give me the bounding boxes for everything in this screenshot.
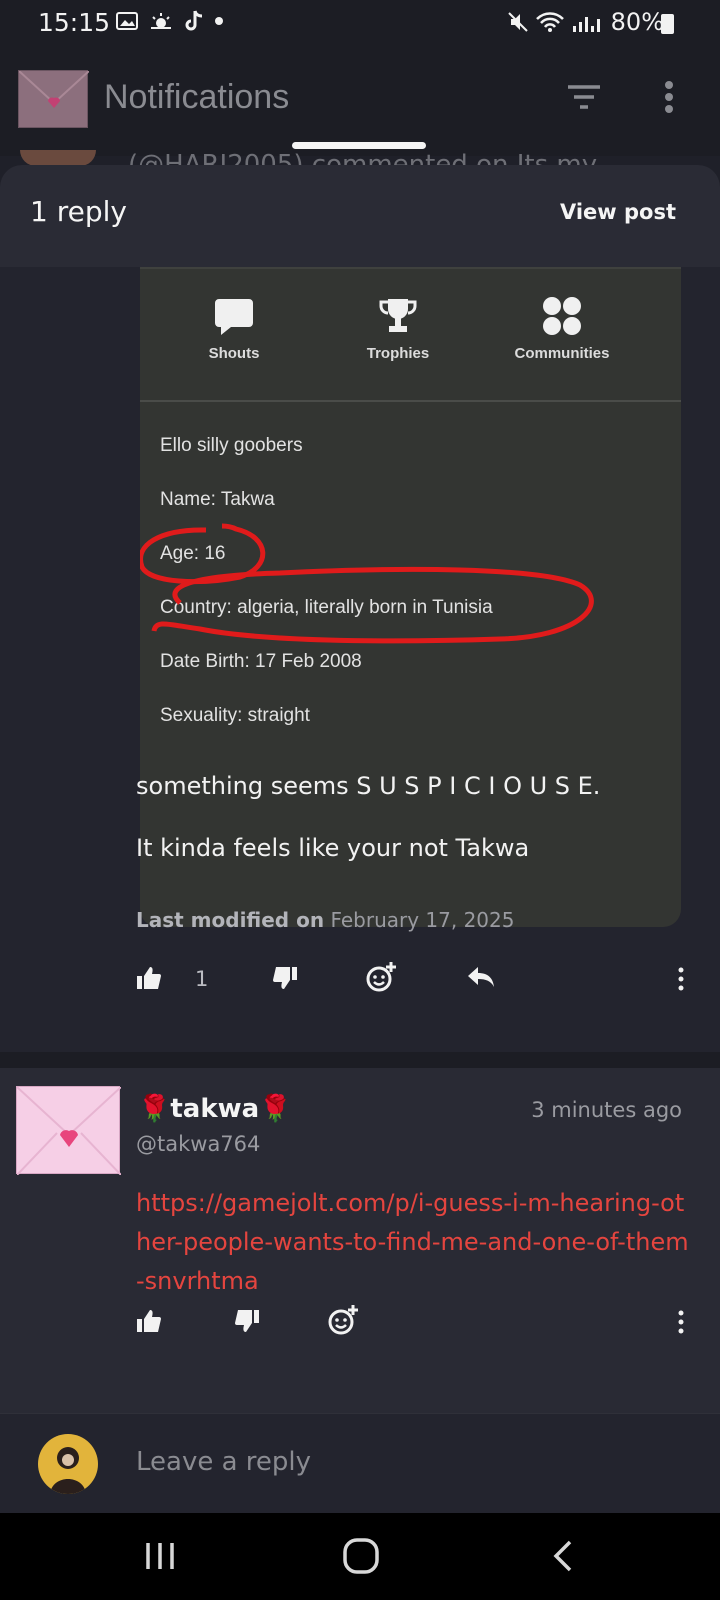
like-count: 1 [195, 967, 209, 991]
red-annotation-circles [140, 523, 594, 644]
comment-text-line: It kinda feels like your not Takwa [136, 834, 530, 862]
more-vert-icon[interactable] [678, 1310, 684, 1334]
home-icon[interactable] [342, 1537, 380, 1575]
embedded-screenshot[interactable]: Shouts Trophies Communities Ello silly g… [140, 267, 681, 927]
mute-icon [507, 12, 528, 32]
sheet-header: 1 reply View post [0, 165, 720, 267]
filter-icon[interactable] [566, 84, 602, 110]
thumbs-down-icon[interactable] [272, 965, 298, 991]
more-vert-icon[interactable] [664, 80, 674, 114]
reply-link[interactable]: https://gamejolt.com/p/i-guess-i-m-heari… [136, 1184, 696, 1301]
reply-author-handle[interactable]: @takwa764 [136, 1132, 260, 1156]
reply-input[interactable]: Leave a reply [136, 1447, 311, 1477]
signal-icon [572, 17, 600, 32]
app-header: Notifications [0, 46, 720, 156]
reply-timestamp: 3 minutes ago [531, 1098, 682, 1122]
last-modified-label: Last modified on [136, 908, 325, 932]
status-time: 15:15 [38, 8, 111, 37]
reply-item: 🌹takwa🌹 @takwa764 3 minutes ago https://… [0, 1068, 720, 1413]
reply-count: 1 reply [30, 195, 127, 228]
replies-sheet: 1 reply View post Shouts Trophies Commun… [0, 165, 720, 1600]
system-nav-bar [0, 1513, 720, 1600]
sheet-drag-handle[interactable] [292, 142, 426, 149]
avatar[interactable] [16, 1086, 122, 1176]
status-bar: 15:15 80% [0, 0, 720, 46]
peek-avatar [20, 150, 96, 166]
page-title: Notifications [104, 78, 290, 116]
view-post-button[interactable]: View post [560, 200, 676, 224]
back-icon[interactable] [552, 1539, 574, 1573]
reply-icon[interactable] [466, 965, 496, 989]
battery-icon [661, 14, 674, 34]
battery-percent: 80% [610, 8, 664, 36]
comment-actions: 1 [0, 955, 720, 1015]
more-vert-icon[interactable] [678, 967, 684, 991]
recents-icon[interactable] [144, 1541, 176, 1571]
add-reaction-icon[interactable] [366, 961, 398, 993]
dot-icon [215, 17, 223, 25]
wifi-icon [535, 12, 564, 32]
image-icon [116, 12, 138, 30]
comment-text-line: something seems S U S P I C I O U S E. [136, 772, 601, 800]
avatar[interactable] [18, 70, 90, 128]
reply-author-name[interactable]: 🌹takwa🌹 [138, 1094, 292, 1124]
reply-composer[interactable]: Leave a reply [0, 1413, 720, 1513]
thumbs-up-icon[interactable] [136, 1308, 162, 1334]
avatar [38, 1434, 98, 1494]
last-modified-date: February 17, 2025 [330, 908, 515, 932]
weather-icon [151, 13, 171, 29]
thumbs-down-icon[interactable] [234, 1308, 260, 1334]
last-modified: Last modified on February 17, 2025 [136, 908, 514, 932]
thumbs-up-icon[interactable] [136, 965, 162, 991]
add-reaction-icon[interactable] [328, 1304, 360, 1336]
tiktok-icon [185, 10, 203, 31]
reply-actions [0, 1298, 720, 1358]
